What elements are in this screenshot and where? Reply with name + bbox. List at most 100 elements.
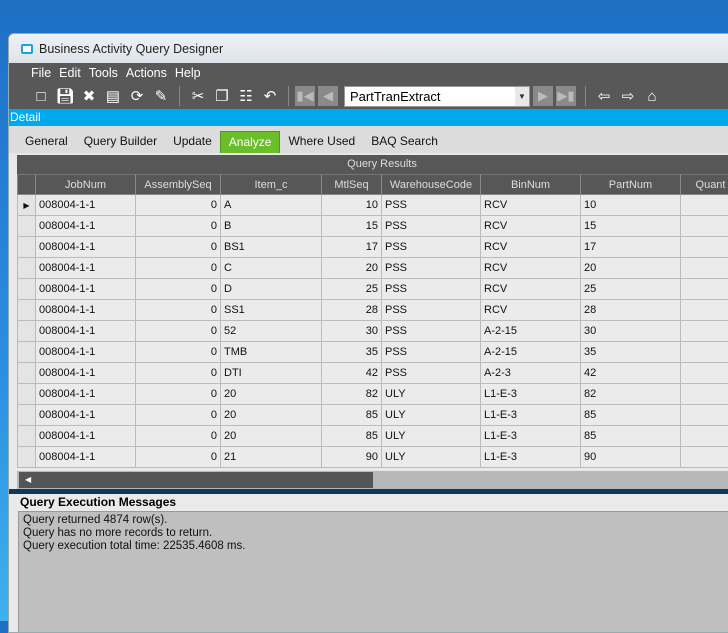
forward-icon[interactable]: ⇨ [616, 87, 640, 105]
current-row-indicator[interactable]: ▶ [18, 195, 36, 216]
table-cell[interactable]: 17 [581, 237, 681, 258]
tab-analyze[interactable]: Analyze [220, 131, 281, 153]
table-cell[interactable]: D [221, 279, 322, 300]
table-cell[interactable]: TMB [221, 342, 322, 363]
table-cell[interactable]: 008004-1-1 [36, 195, 136, 216]
table-cell[interactable]: 008004-1-1 [36, 363, 136, 384]
table-cell[interactable]: A-2-15 [481, 342, 581, 363]
home-icon[interactable]: ⌂ [640, 88, 664, 105]
table-cell[interactable]: 82 [581, 384, 681, 405]
table-cell[interactable]: 008004-1-1 [36, 258, 136, 279]
table-cell[interactable]: 0 [136, 426, 221, 447]
row-selector[interactable] [18, 216, 36, 237]
table-row[interactable]: 008004-1-10DTI42PSSA-2-3422 [18, 363, 728, 384]
table-cell[interactable]: 35 [581, 342, 681, 363]
table-cell[interactable]: 20 [581, 258, 681, 279]
table-cell[interactable] [681, 195, 728, 216]
table-cell[interactable]: 85 [322, 426, 382, 447]
table-row[interactable]: 008004-1-102085ULYL1-E-385 [18, 426, 728, 447]
column-header[interactable]: AssemblySeq [136, 175, 221, 195]
refresh-icon[interactable]: ⟳ [125, 87, 149, 105]
table-cell[interactable]: 008004-1-1 [36, 426, 136, 447]
row-selector[interactable] [18, 279, 36, 300]
table-cell[interactable]: 28 [581, 300, 681, 321]
table-cell[interactable]: 0 [136, 300, 221, 321]
attachment-icon[interactable]: ▤ [101, 87, 125, 105]
table-cell[interactable]: BS1 [221, 237, 322, 258]
table-cell[interactable]: L1-E-3 [481, 405, 581, 426]
table-cell[interactable]: 28 [322, 300, 382, 321]
tab-general[interactable]: General [17, 131, 76, 153]
table-cell[interactable]: 85 [322, 405, 382, 426]
tab-query-builder[interactable]: Query Builder [76, 131, 165, 153]
table-cell[interactable]: 0 [136, 216, 221, 237]
table-cell[interactable] [681, 300, 728, 321]
menu-help[interactable]: Help [175, 66, 201, 80]
table-cell[interactable]: SS1 [221, 300, 322, 321]
last-record-button[interactable]: ▶▮ [556, 86, 576, 106]
table-cell[interactable]: 15 [581, 216, 681, 237]
horizontal-scrollbar[interactable]: ◀ [17, 471, 728, 489]
table-cell[interactable]: 90 [581, 447, 681, 468]
table-cell[interactable]: A-2-15 [481, 321, 581, 342]
row-selector[interactable] [18, 426, 36, 447]
table-cell[interactable]: 85 [581, 426, 681, 447]
table-cell[interactable]: C [221, 258, 322, 279]
save-icon[interactable]: 💾︎ [53, 87, 77, 105]
column-header[interactable]: Item_c [221, 175, 322, 195]
query-select[interactable]: PartTranExtract ▼ [344, 86, 530, 107]
new-icon[interactable]: □ [29, 88, 53, 105]
column-header[interactable]: BinNum [481, 175, 581, 195]
table-cell[interactable]: A [221, 195, 322, 216]
menu-edit[interactable]: Edit [59, 66, 81, 80]
table-cell[interactable] [681, 384, 728, 405]
table-cell[interactable]: 0 [136, 258, 221, 279]
table-cell[interactable]: 25 [322, 279, 382, 300]
table-cell[interactable]: PSS [382, 300, 481, 321]
clear-icon[interactable]: ✎ [149, 87, 173, 105]
table-cell[interactable]: 21 [221, 447, 322, 468]
table-cell[interactable]: PSS [382, 342, 481, 363]
table-cell[interactable]: 20 [322, 258, 382, 279]
scroll-left-icon[interactable]: ◀ [19, 472, 373, 488]
table-row[interactable]: ▶008004-1-10A10PSSRCV10 [18, 195, 728, 216]
column-header[interactable]: MtlSeq [322, 175, 382, 195]
table-cell[interactable]: PSS [382, 237, 481, 258]
table-cell[interactable]: PSS [382, 363, 481, 384]
table-cell[interactable]: 2 [681, 363, 728, 384]
table-cell[interactable]: PSS [382, 279, 481, 300]
table-cell[interactable]: 0 [136, 237, 221, 258]
table-cell[interactable]: 0 [136, 405, 221, 426]
row-selector[interactable] [18, 300, 36, 321]
menu-actions[interactable]: Actions [126, 66, 167, 80]
cut-icon[interactable]: ✂ [186, 87, 210, 105]
table-cell[interactable] [681, 258, 728, 279]
table-cell[interactable]: A-2-3 [481, 363, 581, 384]
table-cell[interactable]: PSS [382, 321, 481, 342]
table-cell[interactable]: 90 [322, 447, 382, 468]
table-cell[interactable]: PSS [382, 195, 481, 216]
table-cell[interactable]: L1-E-3 [481, 426, 581, 447]
table-row[interactable]: 008004-1-10BS117PSSRCV17 [18, 237, 728, 258]
table-cell[interactable] [681, 279, 728, 300]
table-cell[interactable]: 30 [581, 321, 681, 342]
previous-record-button[interactable]: ◀ [318, 86, 338, 106]
table-row[interactable]: 008004-1-10C20PSSRCV20 [18, 258, 728, 279]
table-cell[interactable]: DTI [221, 363, 322, 384]
table-cell[interactable]: RCV [481, 300, 581, 321]
back-icon[interactable]: ⇦ [592, 87, 616, 105]
table-cell[interactable]: 0 [136, 342, 221, 363]
table-cell[interactable]: ULY [382, 447, 481, 468]
table-cell[interactable]: 008004-1-1 [36, 279, 136, 300]
table-cell[interactable] [681, 342, 728, 363]
row-selector[interactable] [18, 258, 36, 279]
table-row[interactable]: 008004-1-102085ULYL1-E-385 [18, 405, 728, 426]
table-cell[interactable]: 0 [136, 321, 221, 342]
next-record-button[interactable]: ▶ [533, 86, 553, 106]
delete-icon[interactable]: ✖ [77, 87, 101, 105]
table-cell[interactable]: PSS [382, 258, 481, 279]
table-row[interactable]: 008004-1-102082ULYL1-E-382 [18, 384, 728, 405]
table-cell[interactable]: 10 [322, 195, 382, 216]
table-cell[interactable]: 008004-1-1 [36, 405, 136, 426]
table-cell[interactable]: 008004-1-1 [36, 237, 136, 258]
